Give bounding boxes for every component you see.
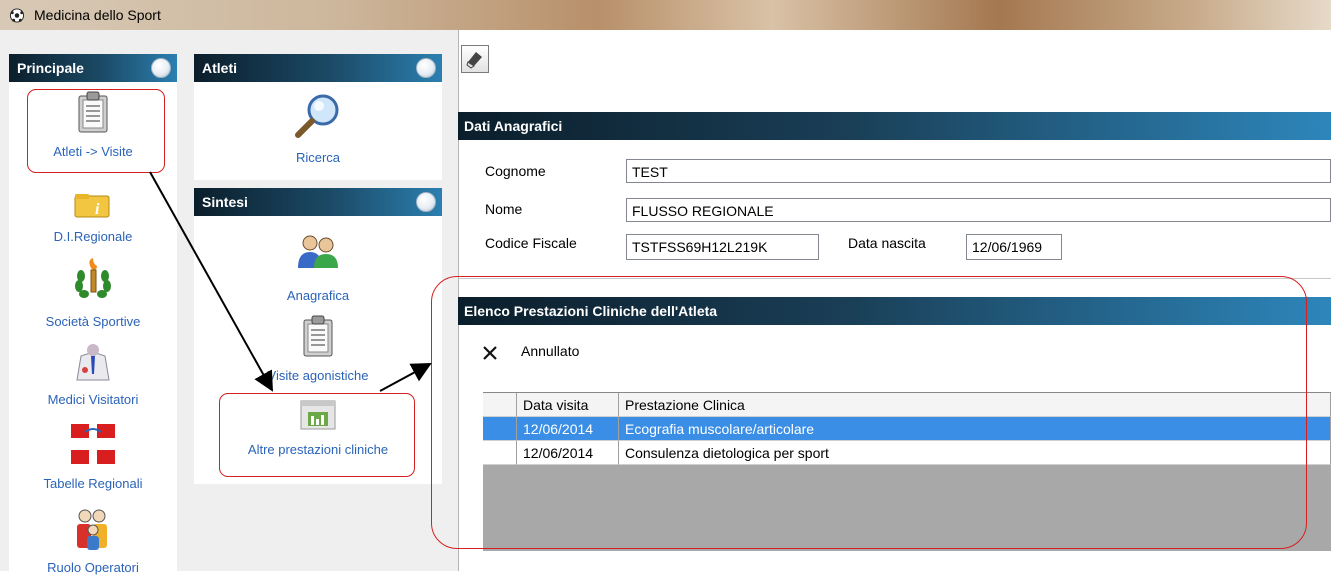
nav-item-label: D.I.Regionale: [53, 229, 133, 244]
toolbar-eraser-button[interactable]: [461, 45, 489, 73]
nav-item-tabelle-regionali[interactable]: Tabelle Regionali: [14, 424, 172, 491]
regional-flag-icon: [71, 424, 115, 464]
cell-data-visita[interactable]: 12/06/2014: [517, 417, 619, 441]
panel-title: Atleti: [202, 60, 237, 76]
cell-prestazione-clinica[interactable]: Ecografia muscolare/articolare: [619, 417, 1331, 441]
svg-text:i: i: [95, 201, 100, 218]
nav-item-atleti-visite[interactable]: Atleti -> Visite: [14, 90, 172, 159]
nav-item-visite-agonistiche[interactable]: Visite agonistiche: [194, 314, 442, 383]
section-title: Elenco Prestazioni Cliniche dell'Atleta: [464, 303, 718, 319]
doctor-icon: [76, 344, 110, 381]
magnifier-icon: [295, 94, 339, 138]
data-nascita-field[interactable]: 12/06/1969: [966, 234, 1062, 260]
nav-item-altre-prestazioni[interactable]: Altre prestazioni cliniche: [194, 400, 442, 457]
panel-sintesi-header[interactable]: Sintesi: [194, 188, 442, 216]
nav-item-label: Ruolo Operatori: [47, 560, 139, 575]
column-header-prestazione-clinica[interactable]: Prestazione Clinica: [619, 393, 1331, 417]
nav-item-label: Medici Visitatori: [47, 392, 139, 407]
collapse-toggle-icon[interactable]: [151, 58, 171, 78]
collapse-toggle-icon[interactable]: [416, 58, 436, 78]
panel-principale-header[interactable]: Principale: [9, 54, 177, 82]
clipboard-icon: [78, 91, 108, 133]
grid-row-header-corner: [483, 393, 517, 417]
cognome-field[interactable]: TEST: [626, 159, 1331, 183]
collapse-toggle-icon[interactable]: [416, 192, 436, 212]
eraser-icon: [466, 52, 482, 69]
section-header-dati-anagrafici: Dati Anagrafici: [458, 112, 1331, 140]
nav-item-label: Anagrafica: [286, 288, 350, 303]
soccer-ball-icon: [9, 8, 25, 23]
window-title: Medicina dello Sport: [34, 7, 161, 23]
users-icon: [298, 235, 338, 268]
nav-item-ruolo-operatori[interactable]: Ruolo Operatori: [14, 508, 172, 575]
nav-item-societa-sportive[interactable]: Società Sportive: [14, 258, 172, 329]
section-title: Dati Anagrafici: [464, 118, 563, 134]
chart-window-icon: [300, 400, 336, 430]
nav-item-ricerca[interactable]: Ricerca: [194, 92, 442, 165]
info-folder-icon: i: [74, 194, 110, 218]
section-header-elenco-prestazioni: Elenco Prestazioni Cliniche dell'Atleta: [458, 297, 1331, 325]
nav-item-label: Atleti -> Visite: [53, 144, 133, 159]
row-selector[interactable]: [483, 441, 517, 465]
nav-item-di-regionale[interactable]: i D.I.Regionale: [14, 193, 172, 244]
window-title-bar: Medicina dello Sport: [0, 0, 1331, 30]
codice-fiscale-field[interactable]: TSTFSS69H12L219K: [626, 234, 819, 260]
nome-field[interactable]: FLUSSO REGIONALE: [626, 198, 1331, 222]
group-users-icon: [77, 509, 107, 550]
cell-data-visita[interactable]: 12/06/2014: [517, 441, 619, 465]
cognome-label: Cognome: [485, 163, 546, 179]
nav-item-label: Ricerca: [295, 150, 341, 165]
close-x-icon: [483, 346, 497, 360]
nav-item-label: Altre prestazioni cliniche: [247, 442, 389, 457]
nav-item-label: Visite agonistiche: [267, 368, 369, 383]
panel-title: Sintesi: [202, 194, 248, 210]
column-header-data-visita[interactable]: Data visita: [517, 393, 619, 417]
nome-label: Nome: [485, 201, 523, 217]
row-selector[interactable]: [483, 417, 517, 441]
panel-atleti-header[interactable]: Atleti: [194, 54, 442, 82]
nav-item-anagrafica[interactable]: Anagrafica: [194, 234, 442, 303]
codice-fiscale-label: Codice Fiscale: [485, 235, 577, 251]
torch-laurel-icon: [75, 258, 111, 298]
data-nascita-label: Data nascita: [848, 235, 926, 251]
cell-prestazione-clinica[interactable]: Consulenza dietologica per sport: [619, 441, 1331, 465]
section-divider: [458, 278, 1331, 279]
annullato-label: Annullato: [521, 343, 580, 359]
clipboard-icon: [303, 315, 333, 357]
nav-item-label: Tabelle Regionali: [43, 476, 143, 491]
panel-title: Principale: [17, 60, 84, 76]
nav-item-label: Società Sportive: [45, 314, 141, 329]
nav-item-medici-visitatori[interactable]: Medici Visitatori: [14, 342, 172, 407]
prestazioni-grid[interactable]: Data visita Prestazione Clinica 12/06/20…: [483, 392, 1331, 551]
